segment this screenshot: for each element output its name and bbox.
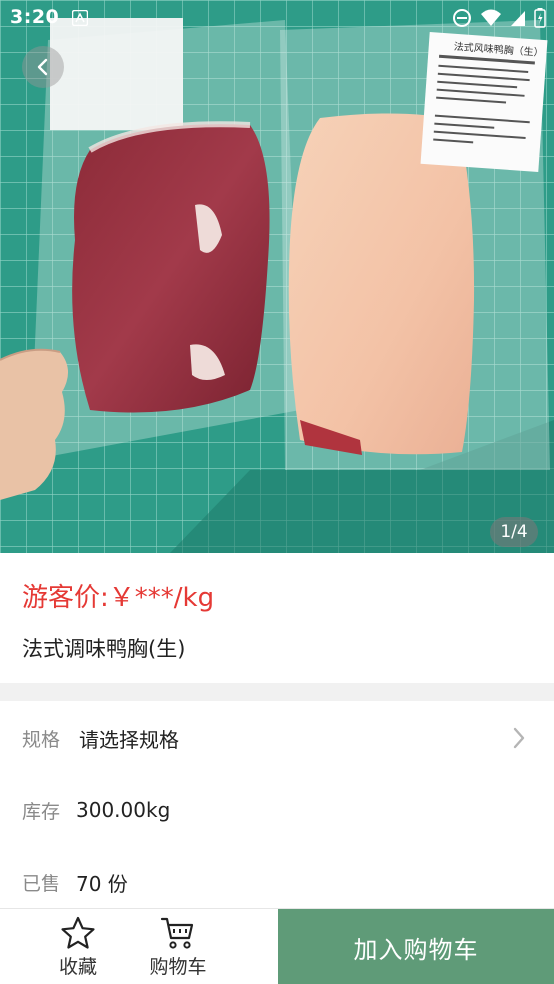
- product-image-gallery[interactable]: 法式风味鸭胸（生） 3:20 1/4: [0, 0, 554, 553]
- wifi-icon: [481, 9, 501, 26]
- gallery-page-indicator: 1/4: [490, 517, 538, 547]
- chevron-right-icon: [513, 727, 525, 749]
- favorite-label: 收藏: [58, 955, 97, 978]
- sold-value: 70 份: [76, 871, 128, 896]
- status-time: 3:20: [10, 6, 60, 28]
- stock-label: 库存: [22, 800, 61, 823]
- bottom-action-bar: 收藏 购物车 加入购物车: [0, 908, 554, 984]
- signal-icon: [511, 11, 525, 26]
- product-title: 法式调味鸭胸(生): [22, 637, 186, 661]
- price-label: 游客价:: [22, 583, 109, 613]
- spec-label: 规格: [22, 728, 61, 751]
- add-to-cart-button[interactable]: 加入购物车: [278, 909, 554, 984]
- stock-value: 300.00kg: [76, 798, 171, 822]
- spec-value: 请选择规格: [79, 727, 179, 752]
- favorite-button[interactable]: 收藏: [25, 909, 131, 984]
- do-not-disturb-icon: [453, 9, 471, 27]
- price-line: 游客价: ￥***/kg: [22, 577, 214, 614]
- cart-button[interactable]: 购物车: [125, 909, 231, 984]
- battery-icon: [534, 8, 546, 28]
- sold-label: 已售: [22, 872, 61, 895]
- price-value: ￥***/kg: [108, 583, 215, 613]
- price-title-section: 游客价: ￥***/kg 法式调味鸭胸(生): [0, 553, 554, 683]
- cart-label: 购物车: [149, 955, 207, 978]
- stock-row: 库存 300.00kg: [0, 774, 554, 846]
- section-divider: [0, 683, 554, 701]
- product-photo: 法式风味鸭胸（生）: [0, 0, 554, 553]
- spec-selector-row[interactable]: 规格 请选择规格: [0, 702, 554, 774]
- back-button[interactable]: [22, 46, 64, 88]
- chevron-left-icon: [37, 58, 48, 76]
- notification-a-icon: [72, 10, 88, 26]
- shopping-cart-icon: [160, 917, 194, 949]
- status-bar: 3:20: [0, 0, 554, 36]
- product-detail-screen: 法式风味鸭胸（生） 3:20 1/4 游客价: ￥***/kg 法式调味鸭胸(生…: [0, 0, 554, 984]
- star-icon: [61, 916, 95, 949]
- status-icons: [452, 8, 546, 28]
